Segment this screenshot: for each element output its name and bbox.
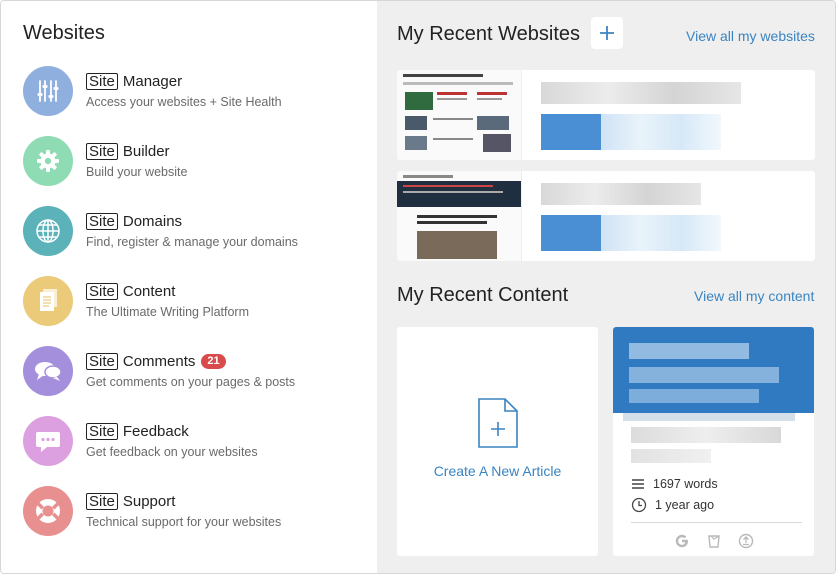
- recent-website-card[interactable]: [397, 171, 815, 261]
- comments-count-badge: 21: [201, 353, 226, 369]
- site-prefix: Site: [86, 422, 118, 440]
- create-article-card[interactable]: Create A New Article: [397, 327, 598, 556]
- left-panel: Websites Site Manager Access your websit…: [1, 1, 377, 573]
- menu-item-label: Support: [122, 492, 176, 510]
- menu-item-label: Comments: [122, 352, 196, 370]
- menu-item-subtitle: Technical support for your websites: [86, 515, 282, 529]
- menu-item-subtitle: Access your websites + Site Health: [86, 95, 282, 109]
- word-count: 1697 words: [631, 477, 718, 491]
- sliders-icon: [23, 66, 73, 116]
- globe-icon: [23, 206, 73, 256]
- article-actions: [613, 532, 814, 550]
- blurred-website-name: [541, 82, 741, 104]
- view-all-websites-link[interactable]: View all my websites: [686, 28, 815, 44]
- article-age: 1 year ago: [631, 497, 714, 513]
- menu-item-label: Feedback: [122, 422, 189, 440]
- add-website-button[interactable]: [591, 17, 623, 49]
- clipboard-icon[interactable]: [705, 532, 723, 550]
- site-menu: Site Manager Access your websites + Site…: [23, 66, 363, 556]
- site-prefix: Site: [86, 352, 118, 370]
- recent-websites-title: My Recent Websites: [397, 23, 581, 45]
- menu-item-site-content[interactable]: Site Content The Ultimate Writing Platfo…: [23, 276, 363, 346]
- menu-item-subtitle: Get comments on your pages & posts: [86, 375, 296, 389]
- websites-popup: Websites Site Manager Access your websit…: [0, 0, 836, 574]
- menu-item-site-domains[interactable]: Site Domains Find, register & manage you…: [23, 206, 363, 276]
- new-document-icon: [478, 398, 518, 448]
- create-article-label: Create A New Article: [433, 463, 562, 479]
- menu-item-label: Domains: [122, 212, 183, 230]
- site-prefix: Site: [86, 72, 118, 90]
- menu-item-label: Content: [122, 282, 176, 300]
- lines-icon: [632, 479, 644, 489]
- recent-article-card[interactable]: 1697 words 1 year ago: [613, 327, 814, 556]
- recent-website-card[interactable]: [397, 70, 815, 160]
- menu-item-site-builder[interactable]: Site Builder Build your website: [23, 136, 363, 206]
- lifebuoy-icon: [23, 486, 73, 536]
- menu-item-site-manager[interactable]: Site Manager Access your websites + Site…: [23, 66, 363, 136]
- menu-item-label: Builder: [122, 142, 170, 160]
- menu-item-subtitle: Get feedback on your websites: [86, 445, 258, 459]
- blurred-website-name: [541, 183, 701, 205]
- article-header-image: [613, 327, 814, 413]
- gear-icon: [23, 136, 73, 186]
- menu-item-label: Manager: [122, 72, 183, 90]
- site-prefix: Site: [86, 142, 118, 160]
- plus-icon: [600, 26, 614, 40]
- menu-item-site-support[interactable]: Site Support Technical support for your …: [23, 486, 363, 556]
- website-thumbnail: [397, 171, 522, 261]
- clock-icon: [631, 497, 647, 513]
- blurred-website-url: [601, 215, 721, 251]
- view-all-content-link[interactable]: View all my content: [694, 288, 814, 304]
- upload-icon[interactable]: [737, 532, 755, 550]
- panel-title: Websites: [23, 22, 105, 44]
- right-panel: My Recent Websites View all my websites: [377, 1, 835, 573]
- menu-item-subtitle: Build your website: [86, 165, 188, 179]
- site-prefix: Site: [86, 492, 118, 510]
- menu-item-subtitle: The Ultimate Writing Platform: [86, 305, 250, 319]
- site-prefix: Site: [86, 212, 118, 230]
- chat-bubbles-icon: [23, 346, 73, 396]
- recent-content-title: My Recent Content: [397, 284, 569, 306]
- speech-bubble-icon: [23, 416, 73, 466]
- website-thumbnail: [397, 70, 522, 160]
- menu-item-subtitle: Find, register & manage your domains: [86, 235, 298, 249]
- menu-item-site-comments[interactable]: Site Comments 21 Get comments on your pa…: [23, 346, 363, 416]
- blurred-article-title: [631, 427, 781, 443]
- menu-item-site-feedback[interactable]: Site Feedback Get feedback on your websi…: [23, 416, 363, 486]
- blurred-website-url: [601, 114, 721, 150]
- google-icon[interactable]: [673, 532, 691, 550]
- documents-icon: [23, 276, 73, 326]
- site-prefix: Site: [86, 282, 118, 300]
